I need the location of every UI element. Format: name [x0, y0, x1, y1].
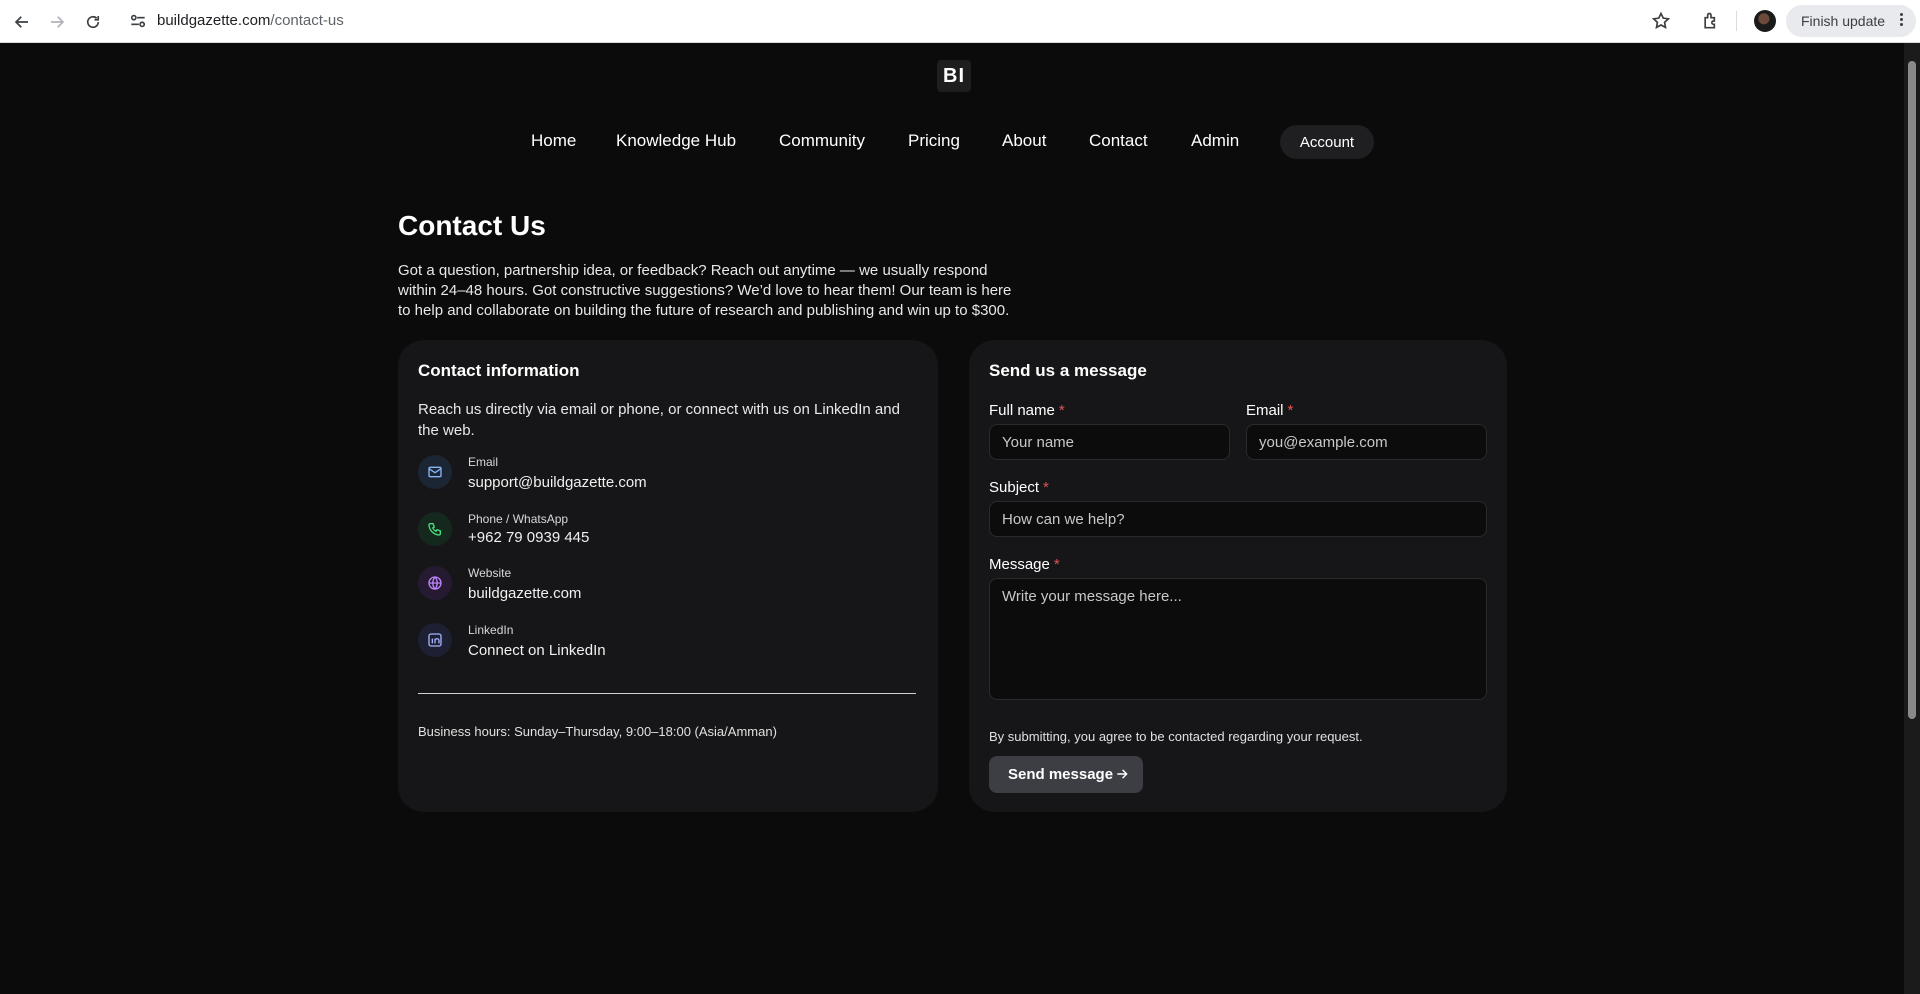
nav-knowledge-hub[interactable]: Knowledge Hub — [616, 131, 736, 151]
extensions-icon[interactable] — [1700, 10, 1722, 32]
finish-update-button[interactable]: Finish update — [1786, 5, 1916, 37]
account-button[interactable]: Account — [1280, 125, 1374, 159]
url-path: /contact-us — [270, 12, 344, 29]
subject-input[interactable] — [989, 501, 1487, 537]
more-menu-icon — [1900, 13, 1904, 26]
url-domain: buildgazette.com — [157, 12, 271, 29]
contact-item-label: Email — [468, 455, 499, 469]
message-label: Message * — [989, 556, 1060, 573]
contact-info-card: Contact information Reach us directly vi… — [398, 340, 938, 812]
message-textarea[interactable] — [989, 578, 1487, 700]
nav-community[interactable]: Community — [779, 131, 865, 151]
contact-item-website: Website buildgazette.com — [418, 566, 918, 612]
subject-label: Subject * — [989, 479, 1049, 496]
reload-icon — [86, 15, 100, 29]
reload-button[interactable] — [80, 9, 106, 35]
arrow-right-icon — [51, 16, 65, 28]
email-link[interactable]: support@buildgazette.com — [468, 474, 647, 491]
page-title: Contact Us — [398, 210, 546, 241]
nav-admin[interactable]: Admin — [1191, 131, 1239, 151]
email-input[interactable] — [1246, 424, 1487, 460]
bookmark-star-icon[interactable] — [1650, 10, 1672, 32]
scrollbar-thumb[interactable] — [1908, 61, 1916, 719]
divider — [418, 693, 916, 694]
nav-about[interactable]: About — [1002, 131, 1046, 151]
address-bar[interactable]: buildgazette.com/contact-us — [157, 11, 344, 31]
arrow-right-icon — [1117, 769, 1128, 779]
contact-item-phone: Phone / WhatsApp +962 79 0939 445 — [418, 512, 918, 558]
linkedin-icon — [418, 623, 452, 657]
full-name-label: Full name * — [989, 402, 1065, 419]
contact-item-linkedin: LinkedIn Connect on LinkedIn — [418, 623, 918, 669]
phone-link[interactable]: +962 79 0939 445 — [468, 529, 589, 546]
contact-info-description: Reach us directly via email or phone, or… — [418, 401, 900, 439]
back-button[interactable] — [9, 9, 35, 35]
business-hours: Business hours: Sunday–Thursday, 9:00–18… — [418, 724, 777, 739]
profile-avatar[interactable] — [1754, 10, 1776, 32]
send-message-button[interactable]: Send message — [989, 756, 1143, 793]
page-intro: Got a question, partnership idea, or fee… — [398, 262, 1012, 319]
site-settings-icon[interactable] — [128, 11, 148, 31]
send-message-label: Send message — [1008, 766, 1114, 783]
nav-pricing[interactable]: Pricing — [908, 131, 960, 151]
site-logo[interactable]: BI — [937, 60, 971, 92]
contact-item-label: LinkedIn — [468, 623, 514, 637]
browser-toolbar: buildgazette.com/contact-us Finish updat… — [0, 0, 1920, 43]
phone-icon — [418, 512, 452, 546]
website-link[interactable]: buildgazette.com — [468, 585, 581, 602]
nav-contact[interactable]: Contact — [1089, 131, 1148, 151]
contact-form-card: Send us a message Full name* Email* Subj… — [969, 340, 1507, 812]
nav-home[interactable]: Home — [531, 131, 576, 151]
email-label: Email * — [1246, 402, 1294, 419]
mail-icon — [418, 455, 452, 489]
forward-button[interactable] — [44, 9, 70, 35]
main-nav: Home Knowledge Hub Community Pricing Abo… — [0, 125, 1920, 159]
arrow-left-icon — [14, 16, 28, 28]
contact-item-email: Email support@buildgazette.com — [418, 455, 918, 501]
contact-info-heading: Contact information — [418, 361, 580, 380]
linkedin-link[interactable]: Connect on LinkedIn — [468, 642, 606, 659]
finish-update-label: Finish update — [1801, 13, 1886, 29]
consent-text: By submitting, you agree to be contacted… — [989, 729, 1363, 744]
contact-item-label: Website — [468, 566, 512, 580]
contact-item-label: Phone / WhatsApp — [468, 512, 569, 526]
globe-icon — [418, 566, 452, 600]
page-scrollbar[interactable] — [1904, 43, 1920, 994]
toolbar-divider — [1736, 11, 1737, 31]
contact-form-heading: Send us a message — [989, 361, 1147, 380]
full-name-input[interactable] — [989, 424, 1230, 460]
